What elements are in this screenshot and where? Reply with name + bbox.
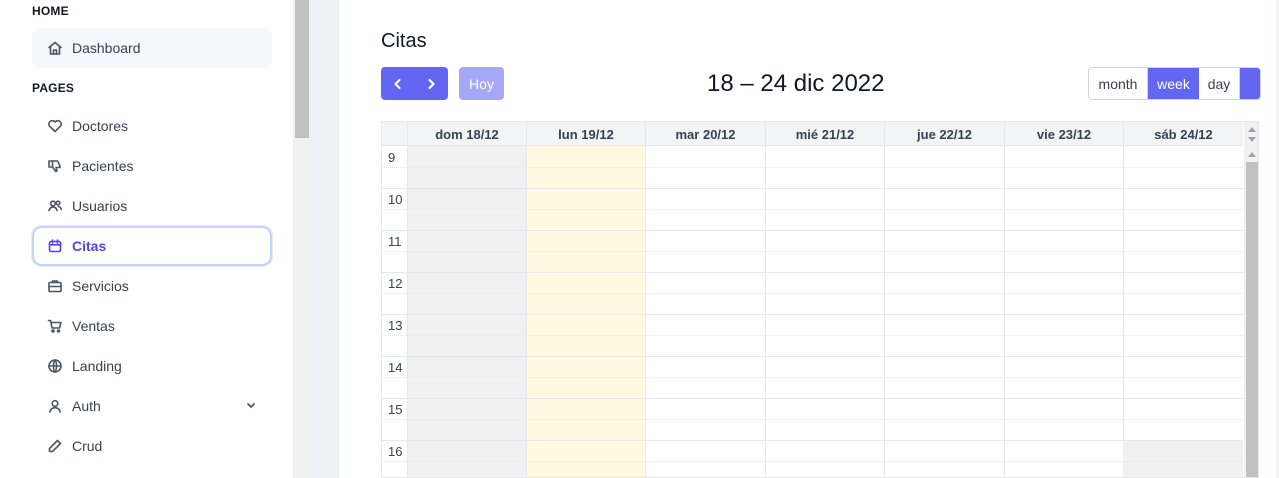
- sidebar: HOME Dashboard PAGES Doctores Pacientes …: [0, 0, 293, 478]
- section-title-home: HOME: [32, 4, 69, 18]
- today-button[interactable]: Hoy: [459, 67, 504, 100]
- sidebar-item-doctores[interactable]: Doctores: [32, 106, 272, 146]
- view-day-button[interactable]: day: [1199, 68, 1240, 99]
- thumbs-down-icon: [46, 157, 64, 175]
- users-icon: [46, 197, 64, 215]
- calendar-nav-buttons: [381, 67, 448, 100]
- sidebar-item-dashboard[interactable]: Dashboard: [32, 28, 272, 68]
- sidebar-item-label: Auth: [72, 398, 101, 414]
- calendar-scrollbar[interactable]: [1244, 122, 1258, 477]
- hour-line: [382, 356, 1243, 357]
- sidebar-item-label: Landing: [72, 358, 122, 374]
- pencil-icon: [46, 437, 64, 455]
- calendar-icon: [46, 237, 64, 255]
- time-label: 12: [388, 276, 403, 291]
- hour-line: [382, 188, 1243, 189]
- day-column[interactable]: [765, 146, 884, 477]
- sidebar-item-landing[interactable]: Landing: [32, 346, 272, 386]
- view-extra-button[interactable]: [1240, 68, 1260, 99]
- view-month-button[interactable]: month: [1089, 68, 1148, 99]
- sidebar-scrollbar[interactable]: [293, 0, 311, 478]
- day-header[interactable]: dom 18/12: [407, 122, 526, 146]
- half-hour-line: [382, 251, 1243, 252]
- home-icon: [46, 39, 64, 57]
- day-header[interactable]: sáb 24/12: [1123, 122, 1243, 146]
- sidebar-item-ventas[interactable]: Ventas: [32, 306, 272, 346]
- chevron-down-icon[interactable]: [244, 398, 258, 412]
- heart-icon: [46, 117, 64, 135]
- hour-line: [382, 230, 1243, 231]
- sidebar-item-auth[interactable]: Auth: [32, 386, 272, 426]
- half-hour-line: [382, 167, 1243, 168]
- page-title: Citas: [381, 30, 427, 52]
- day-header[interactable]: mar 20/12: [645, 122, 765, 146]
- sidebar-item-label: Dashboard: [72, 40, 141, 56]
- calendar-scrollbar-thumb[interactable]: [1246, 162, 1258, 477]
- hour-line: [382, 440, 1243, 441]
- scroll-down-icon[interactable]: [1248, 137, 1256, 142]
- sidebar-item-label: Doctores: [72, 118, 129, 134]
- scroll-up-icon[interactable]: [1248, 152, 1256, 157]
- sidebar-item-label: Pacientes: [72, 158, 134, 174]
- prev-button[interactable]: [381, 67, 415, 100]
- hour-line: [382, 314, 1243, 315]
- time-label: 9: [388, 150, 396, 165]
- sidebar-item-label: Usuarios: [72, 198, 128, 214]
- sidebar-scrollbar-thumb[interactable]: [295, 0, 309, 138]
- day-column-sunday[interactable]: [407, 146, 526, 477]
- half-hour-line: [382, 419, 1243, 420]
- half-hour-line: [382, 377, 1243, 378]
- hour-line: [382, 272, 1243, 273]
- time-label: 15: [388, 402, 403, 417]
- half-hour-line: [382, 293, 1243, 294]
- hour-line: [382, 398, 1243, 399]
- half-hour-line: [382, 209, 1243, 210]
- day-header[interactable]: lun 19/12: [526, 122, 645, 146]
- day-header[interactable]: mié 21/12: [765, 122, 884, 146]
- day-header[interactable]: jue 22/12: [884, 122, 1004, 146]
- sidebar-item-label: Crud: [72, 438, 103, 454]
- day-column[interactable]: [1004, 146, 1123, 477]
- day-column[interactable]: [1123, 146, 1243, 477]
- scroll-up-icon[interactable]: [1248, 127, 1256, 132]
- view-week-button[interactable]: week: [1148, 68, 1199, 99]
- user-icon: [46, 397, 64, 415]
- chevron-left-icon: [394, 78, 401, 89]
- time-label: 16: [388, 444, 403, 459]
- globe-icon: [46, 357, 64, 375]
- next-button[interactable]: [415, 67, 449, 100]
- time-label: 13: [388, 318, 403, 333]
- view-switcher: month week day: [1088, 67, 1261, 100]
- layout-gutter: [311, 0, 339, 478]
- day-column[interactable]: [884, 146, 1004, 477]
- day-column[interactable]: [645, 146, 765, 477]
- cart-icon: [46, 317, 64, 335]
- section-title-pages: PAGES: [32, 81, 75, 95]
- sidebar-item-label: Citas: [72, 238, 107, 254]
- non-business-slot: [1123, 441, 1243, 477]
- chevron-right-icon: [428, 78, 435, 89]
- day-header[interactable]: vie 23/12: [1004, 122, 1123, 146]
- half-hour-line: [382, 461, 1243, 462]
- main-content: Citas Hoy 18 – 24 dic 2022 month week da…: [339, 0, 1279, 478]
- half-hour-line: [382, 335, 1243, 336]
- sidebar-item-servicios[interactable]: Servicios: [32, 266, 272, 306]
- sidebar-item-label: Ventas: [72, 318, 115, 334]
- calendar-header-row: dom 18/12 lun 19/12 mar 20/12 mié 21/12 …: [382, 122, 1243, 146]
- sidebar-item-label: Servicios: [72, 278, 129, 294]
- sidebar-item-crud[interactable]: Crud: [32, 426, 272, 466]
- time-label: 11: [388, 234, 402, 249]
- sidebar-item-pacientes[interactable]: Pacientes: [32, 146, 272, 186]
- week-calendar: dom 18/12 lun 19/12 mar 20/12 mié 21/12 …: [381, 121, 1259, 478]
- calendar-range-title: 18 – 24 dic 2022: [707, 70, 885, 97]
- briefcase-icon: [46, 277, 64, 295]
- time-axis: 9 10 11 12 13 14 15 16: [382, 146, 407, 477]
- day-column-today[interactable]: [526, 146, 645, 477]
- time-label: 14: [388, 360, 403, 375]
- sidebar-item-usuarios[interactable]: Usuarios: [32, 186, 272, 226]
- time-label: 10: [388, 192, 403, 207]
- sidebar-item-citas[interactable]: Citas: [32, 226, 272, 266]
